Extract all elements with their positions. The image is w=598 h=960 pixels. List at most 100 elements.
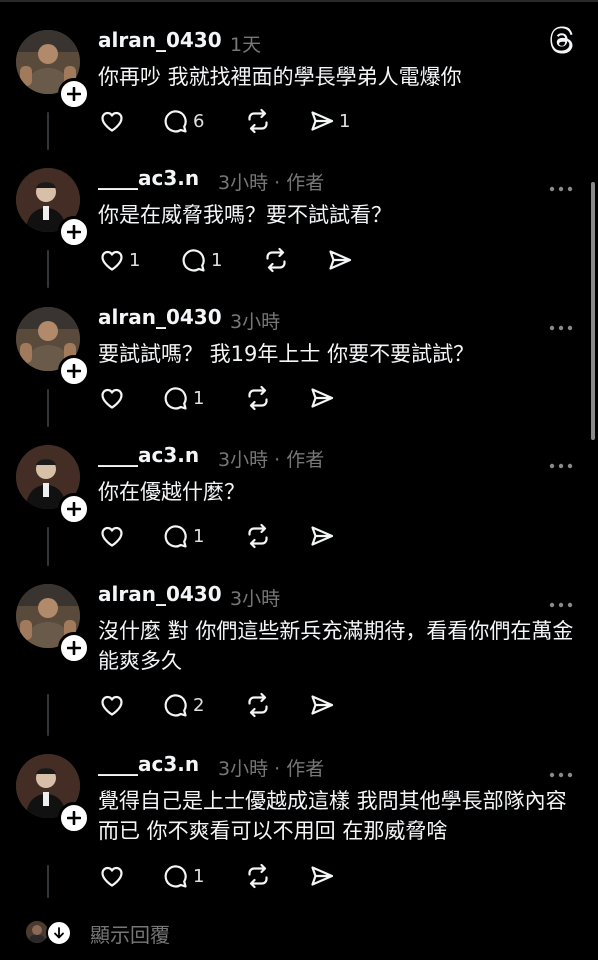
share-button[interactable] [326,245,354,275]
more-options-icon[interactable] [548,317,574,331]
more-options-icon[interactable] [548,178,574,192]
repost-button[interactable] [244,690,272,720]
thread-connector-line [47,389,49,427]
comment-icon [162,107,190,135]
like-icon [98,862,126,890]
post-meta: 3小時 · 作者 [218,445,324,472]
repost-button[interactable] [244,106,272,136]
post-meta: 3小時 · 作者 [218,168,324,195]
comment-icon [180,246,208,274]
share-icon [308,107,336,135]
timestamp: 1天 [230,34,262,56]
repost-button[interactable] [244,521,272,551]
timestamp: 3小時 [230,311,281,333]
share-button[interactable]: 1 [308,106,350,136]
like-button[interactable] [98,521,126,551]
more-options-icon[interactable] [548,594,574,608]
count: 1 [193,387,205,409]
more-options-icon[interactable] [548,455,574,469]
count: 1 [211,249,223,271]
like-icon [98,384,126,412]
comment-icon [162,862,190,890]
like-button[interactable]: 1 [98,245,140,275]
post-meta: 3小時 [230,307,280,334]
thread-connector-line [47,112,49,150]
like-button[interactable] [98,383,126,413]
top-divider [0,0,598,2]
show-replies-label[interactable]: 顯示回覆 [90,919,170,948]
like-icon [98,246,126,274]
count: 6 [193,110,205,132]
username[interactable]: alran_0430 [98,582,222,606]
repost-button[interactable] [244,383,272,413]
share-icon [308,522,336,550]
reply-button[interactable]: 1 [162,521,204,551]
count: 2 [193,694,205,716]
reply-text: 沒什麼 對 你們這些新兵充滿期待，看看你們在萬金能爽多久 [98,619,574,673]
count: 1 [129,249,141,271]
thread-connector-line [47,527,49,566]
post-meta: 1天 [230,30,261,57]
thread-connector-line [47,250,49,288]
follow-plus-icon[interactable] [58,216,90,248]
share-icon [308,691,336,719]
reply-text: 你再吵 我就找裡面的學長學弟人電爆你 [98,65,462,89]
repost-icon [244,107,272,135]
reply-button[interactable]: 6 [162,106,204,136]
like-button[interactable] [98,690,126,720]
reply-button[interactable]: 1 [162,861,204,891]
like-icon [98,107,126,135]
timestamp: 3小時 [218,172,269,194]
like-button[interactable] [98,106,126,136]
follow-plus-icon[interactable] [58,802,90,834]
repost-button[interactable] [244,861,272,891]
avatar [26,921,48,943]
follow-plus-icon[interactable] [58,78,90,110]
share-button[interactable] [308,690,336,720]
post-meta: 3小時 · 作者 [218,754,324,781]
reply-button[interactable]: 1 [180,245,222,275]
count: 1 [193,865,205,887]
share-icon [308,384,336,412]
thread-connector-line [47,694,49,736]
comment-icon [162,384,190,412]
like-button[interactable] [98,861,126,891]
comment-icon [162,691,190,719]
arrow-down-icon [46,920,72,946]
threads-logo-icon[interactable] [548,26,576,54]
scrollbar[interactable] [591,182,595,440]
share-icon [326,246,354,274]
repost-button[interactable] [262,245,290,275]
username[interactable]: ____ac3.n [98,166,199,190]
like-icon [98,522,126,550]
share-button[interactable] [308,521,336,551]
comment-icon [162,522,190,550]
repost-icon [244,691,272,719]
reply-text: 你在優越什麼？ [98,480,245,504]
repost-icon [244,522,272,550]
like-icon [98,691,126,719]
share-button[interactable] [308,861,336,891]
repost-icon [244,862,272,890]
post-meta: 3小時 [230,584,280,611]
share-icon [308,862,336,890]
repost-icon [262,246,290,274]
timestamp: 3小時 [218,449,269,471]
repost-icon [244,384,272,412]
reply-button[interactable]: 2 [162,690,204,720]
follow-plus-icon[interactable] [58,493,90,525]
username[interactable]: alran_0430 [98,305,222,329]
username[interactable]: alran_0430 [98,28,222,52]
share-button[interactable] [308,383,336,413]
timestamp: 3小時 [218,758,269,780]
count: 1 [193,525,205,547]
follow-plus-icon[interactable] [58,355,90,387]
username[interactable]: ____ac3.n [98,752,199,776]
follow-plus-icon[interactable] [58,632,90,664]
username[interactable]: ____ac3.n [98,443,199,467]
more-options-icon[interactable] [548,764,574,778]
reply-button[interactable]: 1 [162,383,204,413]
count: 1 [339,110,351,132]
thread-connector-line [47,865,49,898]
timestamp: 3小時 [230,588,281,610]
